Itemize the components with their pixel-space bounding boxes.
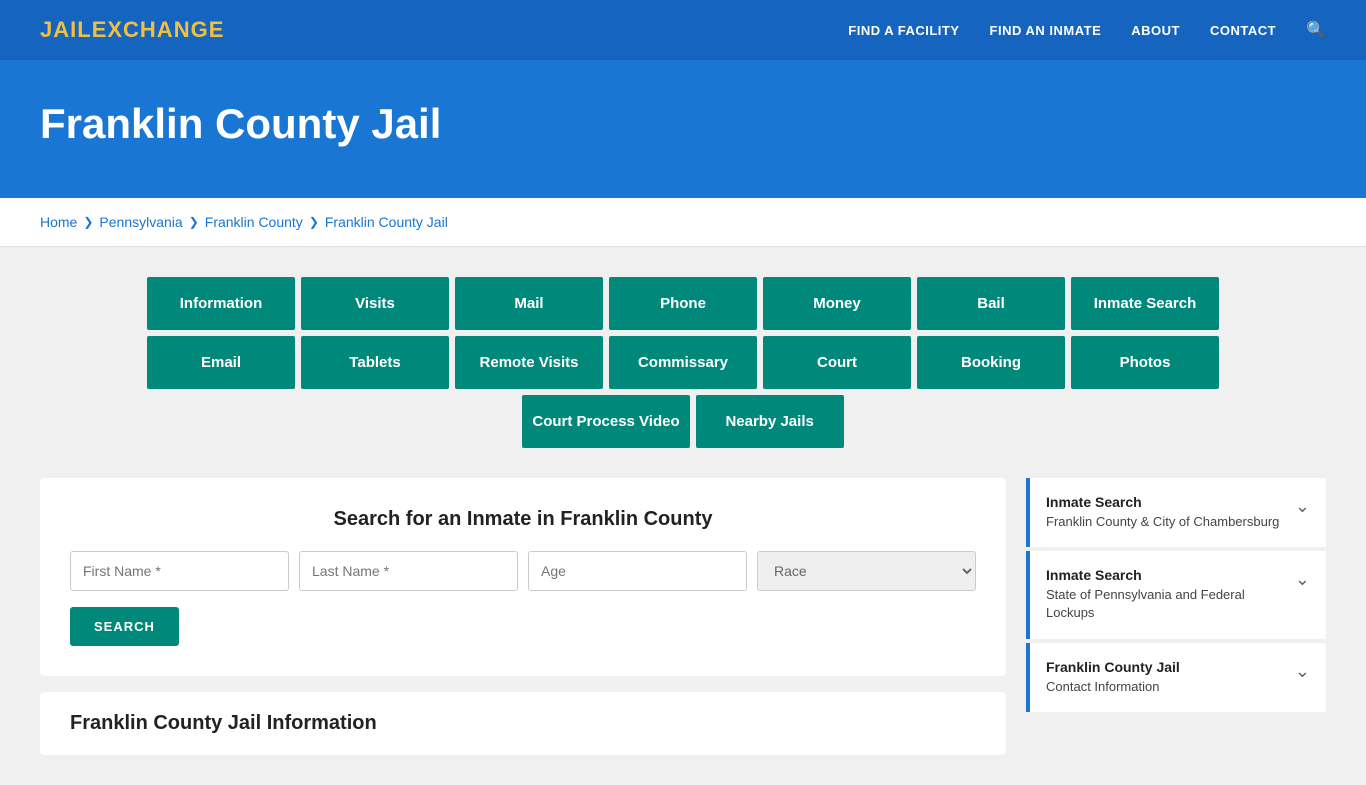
nav-contact[interactable]: CONTACT [1210,23,1276,38]
chevron-down-icon-2: ⌄ [1295,569,1310,590]
btn-phone[interactable]: Phone [609,277,757,330]
sidebar-item-1-title: Inmate Search [1046,494,1285,510]
age-input[interactable] [528,551,747,591]
page-title: Franklin County Jail [40,100,1326,148]
sidebar-item-3[interactable]: Franklin County Jail Contact Information… [1026,643,1326,712]
chevron-down-icon: ⌄ [1295,496,1310,517]
hero-section: Franklin County Jail [0,60,1366,198]
btn-tablets[interactable]: Tablets [301,336,449,389]
inmate-search-box: Search for an Inmate in Franklin County … [40,478,1006,676]
last-name-input[interactable] [299,551,518,591]
main-area: Information Visits Mail Phone Money Bail… [0,247,1366,785]
btn-inmate-search[interactable]: Inmate Search [1071,277,1219,330]
logo[interactable]: JAILEXCHANGE [40,17,224,43]
search-icon[interactable]: 🔍 [1306,20,1326,40]
navigation: FIND A FACILITY FIND AN INMATE ABOUT CON… [848,20,1326,40]
breadcrumb-sep-3: ❯ [309,215,319,229]
btn-mail[interactable]: Mail [455,277,603,330]
breadcrumb-sep-2: ❯ [189,215,199,229]
search-box-title: Search for an Inmate in Franklin County [70,508,976,531]
info-section-title: Franklin County Jail Information [70,712,976,735]
btn-email[interactable]: Email [147,336,295,389]
btn-commissary[interactable]: Commissary [609,336,757,389]
sidebar-item-3-subtitle: Contact Information [1046,678,1285,696]
btn-visits[interactable]: Visits [301,277,449,330]
btn-remote-visits[interactable]: Remote Visits [455,336,603,389]
nav-find-inmate[interactable]: FIND AN INMATE [990,23,1102,38]
content-columns: Search for an Inmate in Franklin County … [40,478,1326,755]
breadcrumb-sep-1: ❯ [83,215,93,229]
btn-nearby-jails[interactable]: Nearby Jails [696,395,844,448]
breadcrumb-home[interactable]: Home [40,214,77,230]
search-button[interactable]: SEARCH [70,607,179,646]
sidebar-item-1-subtitle: Franklin County & City of Chambersburg [1046,513,1285,531]
nav-find-facility[interactable]: FIND A FACILITY [848,23,959,38]
sidebar-item-2-text: Inmate Search State of Pennsylvania and … [1046,567,1285,622]
btn-booking[interactable]: Booking [917,336,1065,389]
btn-court-process-video[interactable]: Court Process Video [522,395,689,448]
btn-photos[interactable]: Photos [1071,336,1219,389]
search-fields: Race White Black Hispanic Asian Other [70,551,976,591]
sidebar-item-1[interactable]: Inmate Search Franklin County & City of … [1026,478,1326,547]
grid-row-2: Email Tablets Remote Visits Commissary C… [147,336,1219,389]
logo-jail: JAIL [40,17,92,42]
race-select[interactable]: Race White Black Hispanic Asian Other [757,551,976,591]
first-name-input[interactable] [70,551,289,591]
grid-row-3: Court Process Video Nearby Jails [522,395,843,448]
sidebar-item-1-text: Inmate Search Franklin County & City of … [1046,494,1285,531]
right-sidebar: Inmate Search Franklin County & City of … [1026,478,1326,716]
chevron-down-icon-3: ⌄ [1295,661,1310,682]
sidebar-item-3-text: Franklin County Jail Contact Information [1046,659,1285,696]
sidebar-item-2[interactable]: Inmate Search State of Pennsylvania and … [1026,551,1326,638]
header: JAILEXCHANGE FIND A FACILITY FIND AN INM… [0,0,1366,60]
breadcrumb-bar: Home ❯ Pennsylvania ❯ Franklin County ❯ … [0,198,1366,247]
btn-court[interactable]: Court [763,336,911,389]
info-section: Franklin County Jail Information [40,692,1006,755]
btn-money[interactable]: Money [763,277,911,330]
navigation-grid: Information Visits Mail Phone Money Bail… [40,277,1326,448]
sidebar-item-3-title: Franklin County Jail [1046,659,1285,675]
sidebar-item-2-title: Inmate Search [1046,567,1285,583]
btn-information[interactable]: Information [147,277,295,330]
breadcrumb: Home ❯ Pennsylvania ❯ Franklin County ❯ … [40,214,1326,230]
grid-row-1: Information Visits Mail Phone Money Bail… [147,277,1219,330]
breadcrumb-franklin-county[interactable]: Franklin County [205,214,303,230]
logo-exchange: EXCHANGE [92,17,225,42]
left-column: Search for an Inmate in Franklin County … [40,478,1006,755]
sidebar-item-2-subtitle: State of Pennsylvania and Federal Lockup… [1046,586,1285,622]
nav-about[interactable]: ABOUT [1131,23,1180,38]
breadcrumb-franklin-jail[interactable]: Franklin County Jail [325,214,448,230]
breadcrumb-pennsylvania[interactable]: Pennsylvania [99,214,182,230]
btn-bail[interactable]: Bail [917,277,1065,330]
